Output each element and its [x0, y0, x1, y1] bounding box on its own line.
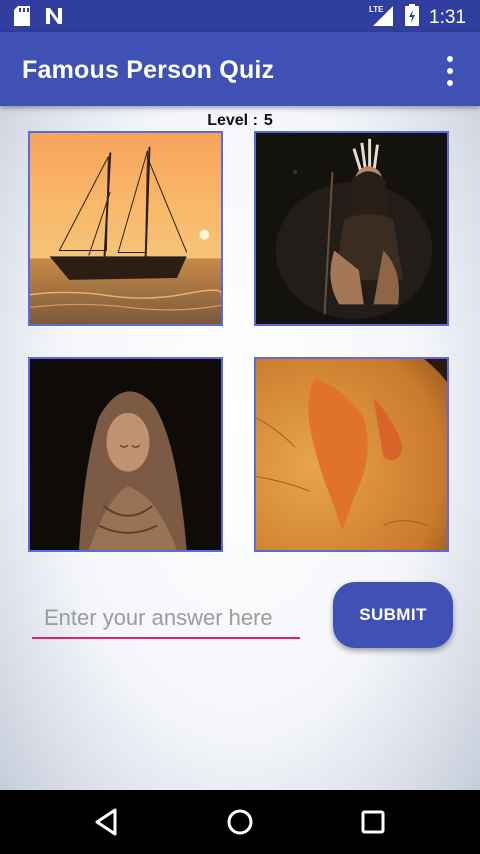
sd-card-icon: [14, 6, 30, 31]
madonna-statue-image[interactable]: [28, 357, 223, 552]
status-bar: LTE 1:31: [0, 0, 480, 32]
status-time: 1:31: [429, 6, 466, 28]
sailing-ship-sunset-image[interactable]: [28, 131, 223, 326]
navigation-bar: [0, 790, 480, 854]
app-title: Famous Person Quiz: [22, 56, 275, 84]
globe-india-image[interactable]: [254, 357, 449, 552]
home-icon[interactable]: [222, 804, 258, 840]
level-label: Level :: [207, 112, 258, 129]
n-logo-icon: [44, 6, 64, 31]
network-label: LTE: [369, 5, 384, 14]
level-value: 5: [263, 112, 273, 129]
back-icon[interactable]: [89, 804, 125, 840]
lte-signal-icon: LTE: [369, 4, 395, 31]
more-vert-icon[interactable]: [440, 56, 460, 86]
level-indicator: Level : 5: [0, 112, 480, 130]
recents-icon[interactable]: [355, 804, 391, 840]
answer-input[interactable]: [32, 603, 300, 639]
app-bar: Famous Person Quiz: [0, 32, 480, 106]
battery-icon: [405, 4, 420, 31]
quiz-content: Level : 5 Enter your answer here SUBMIT: [0, 106, 480, 790]
native-woman-headdress-image[interactable]: [254, 131, 449, 326]
submit-button[interactable]: SUBMIT: [333, 582, 453, 648]
